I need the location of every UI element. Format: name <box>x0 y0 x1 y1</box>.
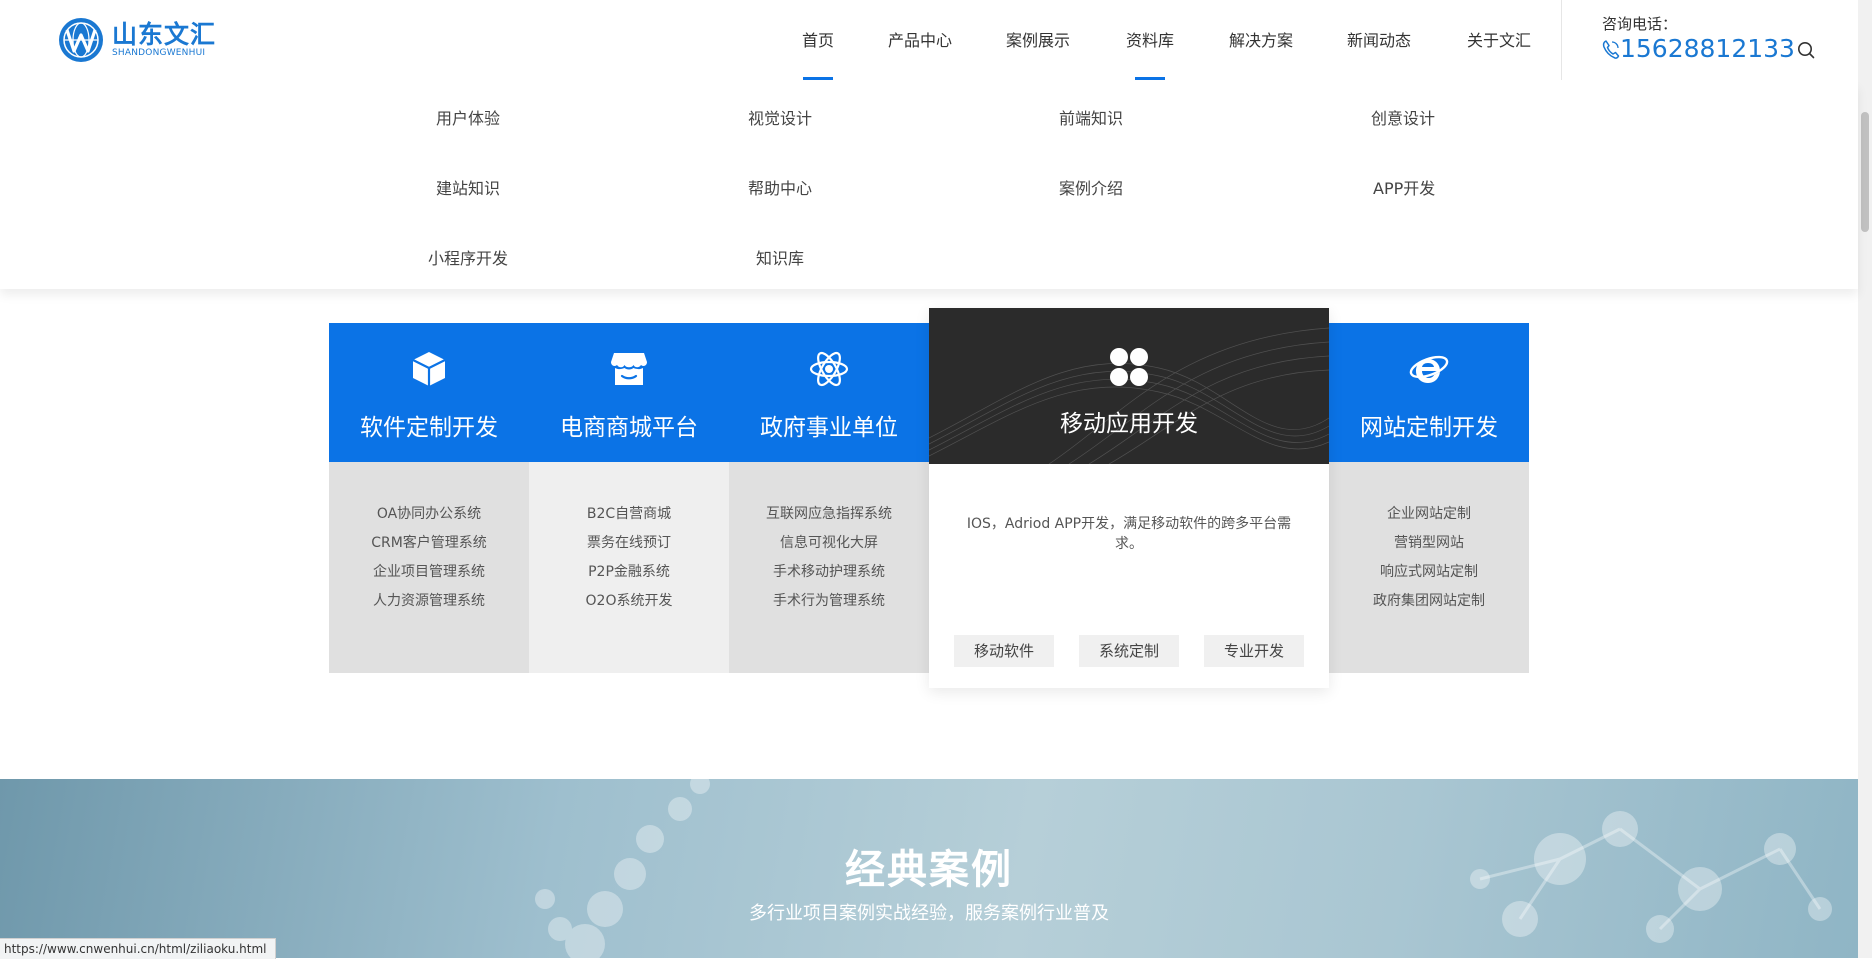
service-item: O2O系统开发 <box>585 593 673 609</box>
store-icon <box>611 353 647 385</box>
tag-professional-dev[interactable]: 专业开发 <box>1204 635 1304 667</box>
submenu-item[interactable]: 用户体验 <box>436 105 500 129</box>
nav-news[interactable]: 新闻动态 <box>1347 0 1411 82</box>
submenu-item[interactable]: 创意设计 <box>1371 105 1435 129</box>
cube-icon <box>412 352 446 386</box>
nav-library[interactable]: 资料库 <box>1126 0 1174 82</box>
page-scrollbar[interactable] <box>1858 0 1872 958</box>
service-item: 响应式网站定制 <box>1380 564 1478 580</box>
service-item: 手术移动护理系统 <box>773 564 885 580</box>
service-card-body: B2C自营商城 票务在线预订 P2P金融系统 O2O系统开发 <box>529 462 729 673</box>
logo-name-cn: 山东文汇 <box>112 19 217 49</box>
nav-label: 资料库 <box>1126 31 1175 50</box>
service-card-website[interactable]: 网站定制开发 企业网站定制 营销型网站 响应式网站定制 政府集团网站定制 <box>1329 323 1529 673</box>
nav-label: 案例展示 <box>1006 31 1071 50</box>
submenu-item[interactable]: APP开发 <box>1373 175 1435 199</box>
service-card-header: 电商商城平台 <box>529 323 729 462</box>
nav-label: 首页 <box>801 31 834 50</box>
submenu-item[interactable]: 小程序开发 <box>428 245 508 269</box>
nav-home[interactable]: 首页 <box>800 0 836 82</box>
nav-active-indicator <box>803 77 833 80</box>
service-item: 营销型网站 <box>1394 535 1464 551</box>
service-card-body: 互联网应急指挥系统 信息可视化大屏 手术移动护理系统 手术行为管理系统 <box>729 462 929 673</box>
service-item: 人力资源管理系统 <box>373 593 485 609</box>
service-item: 手术行为管理系统 <box>773 593 885 609</box>
service-item: 企业项目管理系统 <box>373 564 485 580</box>
header-divider <box>1561 0 1562 80</box>
cases-subtitle: 多行业项目案例实战经验，服务案例行业普及 <box>749 903 1109 924</box>
site-header: 山东文汇 SHANDONGWENHUI 首页 产品中心 案例展示 资料库 解决方… <box>0 0 1858 82</box>
submenu-item[interactable]: 视觉设计 <box>748 105 812 129</box>
search-icon[interactable] <box>1797 41 1815 59</box>
logo-text: 山东文汇 SHANDONGWENHUI <box>112 19 217 59</box>
service-items: 企业网站定制 营销型网站 响应式网站定制 政府集团网站定制 <box>1329 500 1529 616</box>
cases-banner: 经典案例 多行业项目案例实战经验，服务案例行业普及 <box>0 779 1858 958</box>
nav-label: 解决方案 <box>1229 31 1294 50</box>
contact-label: 咨询电话： <box>1602 15 1678 33</box>
service-items: 互联网应急指挥系统 信息可视化大屏 手术移动护理系统 手术行为管理系统 <box>729 500 929 616</box>
service-item: 政府集团网站定制 <box>1373 593 1485 609</box>
nav-active-indicator <box>1135 77 1165 80</box>
service-card-body: 企业网站定制 营销型网站 响应式网站定制 政府集团网站定制 <box>1329 462 1529 673</box>
service-card-header: 软件定制开发 <box>329 323 529 462</box>
service-item: CRM客户管理系统 <box>371 535 487 551</box>
featured-description: IOS，Adriod APP开发，满足移动软件的跨多平台需求。 <box>966 516 1292 552</box>
browser-status-url: https://www.cnwenhui.cn/html/ziliaoku.ht… <box>0 938 276 959</box>
featured-card-header: 移动应用开发 <box>929 308 1329 464</box>
nav-cases[interactable]: 案例展示 <box>1006 0 1070 82</box>
service-title: 政府事业单位 <box>760 415 898 441</box>
scrollbar-thumb[interactable] <box>1861 112 1869 232</box>
service-card-software[interactable]: 软件定制开发 OA协同办公系统 CRM客户管理系统 企业项目管理系统 人力资源管… <box>329 323 529 673</box>
tag-mobile-software[interactable]: 移动软件 <box>954 635 1054 667</box>
service-item: B2C自营商城 <box>586 506 672 522</box>
nav-products[interactable]: 产品中心 <box>888 0 952 82</box>
tag-system-custom[interactable]: 系统定制 <box>1079 635 1179 667</box>
service-card-ecommerce[interactable]: 电商商城平台 B2C自营商城 票务在线预订 P2P金融系统 O2O系统开发 <box>529 323 729 673</box>
service-items: B2C自营商城 票务在线预订 P2P金融系统 O2O系统开发 <box>529 500 729 616</box>
service-card-header: 政府事业单位 <box>729 323 929 462</box>
logo-mark-icon <box>59 18 103 62</box>
logo-name-en: SHANDONGWENHUI <box>112 47 206 58</box>
ie-icon <box>1409 355 1449 383</box>
service-card-header: 网站定制开发 <box>1329 323 1529 462</box>
atom-icon <box>809 351 849 387</box>
service-items: OA协同办公系统 CRM客户管理系统 企业项目管理系统 人力资源管理系统 <box>329 500 529 616</box>
service-title: 软件定制开发 <box>360 415 498 441</box>
service-item: OA协同办公系统 <box>376 506 482 522</box>
submenu-item[interactable]: 帮助中心 <box>748 175 812 199</box>
featured-title: 移动应用开发 <box>1060 411 1198 437</box>
service-title: 电商商城平台 <box>560 415 698 441</box>
service-item: P2P金融系统 <box>588 564 670 580</box>
cases-title: 经典案例 <box>845 847 1013 893</box>
submenu-item[interactable]: 前端知识 <box>1059 105 1123 129</box>
service-item: 企业网站定制 <box>1387 506 1471 522</box>
library-submenu: 用户体验 视觉设计 前端知识 创意设计 建站知识 帮助中心 案例介绍 APP开发… <box>0 82 1858 289</box>
service-card-government[interactable]: 政府事业单位 互联网应急指挥系统 信息可视化大屏 手术移动护理系统 手术行为管理… <box>729 323 929 673</box>
nav-solutions[interactable]: 解决方案 <box>1229 0 1293 82</box>
service-item: 票务在线预订 <box>587 535 671 551</box>
contact-phone[interactable]: 15628812133 <box>1620 34 1795 63</box>
submenu-item[interactable]: 建站知识 <box>436 175 500 199</box>
service-title: 网站定制开发 <box>1360 415 1498 441</box>
service-card-mobile-featured[interactable]: 移动应用开发 IOS，Adriod APP开发，满足移动软件的跨多平台需求。 移… <box>929 308 1329 688</box>
phone-icon <box>1602 40 1620 59</box>
service-card-body: OA协同办公系统 CRM客户管理系统 企业项目管理系统 人力资源管理系统 <box>329 462 529 673</box>
service-item: 互联网应急指挥系统 <box>766 506 892 522</box>
apps-grid-icon <box>1110 348 1148 386</box>
service-item: 信息可视化大屏 <box>780 535 878 551</box>
site-logo[interactable]: 山东文汇 SHANDONGWENHUI <box>58 17 216 63</box>
nav-label: 新闻动态 <box>1347 31 1412 50</box>
nav-about[interactable]: 关于文汇 <box>1467 0 1531 82</box>
nav-label: 关于文汇 <box>1467 31 1532 50</box>
submenu-item[interactable]: 案例介绍 <box>1059 175 1123 199</box>
submenu-item[interactable]: 知识库 <box>756 245 804 269</box>
nav-label: 产品中心 <box>888 31 953 50</box>
